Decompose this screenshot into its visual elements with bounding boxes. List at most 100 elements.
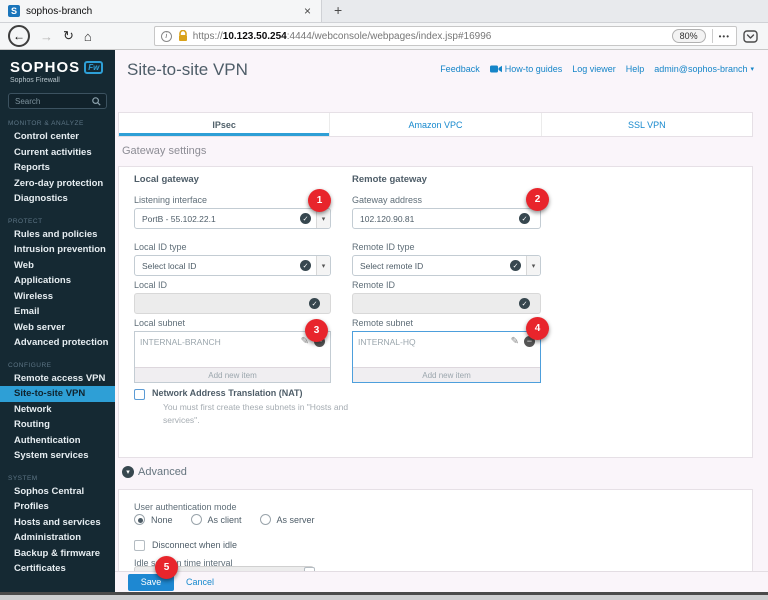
auth-mode-radios: None As client As server (134, 514, 315, 525)
sidebar-item-sophos-central[interactable]: Sophos Central (0, 484, 115, 500)
page-info-icon[interactable]: i (160, 30, 172, 42)
sidebar-item-backup-firmware[interactable]: Backup & firmware (0, 546, 115, 562)
radio-none[interactable] (134, 514, 145, 525)
dropdown-caret-icon[interactable]: ▾ (316, 256, 330, 275)
sidebar-item-control-center[interactable]: Control center (0, 129, 115, 145)
annotation-badge-3: 3 (305, 319, 328, 342)
url-path: :4444/webconsole/webpages/index.jsp#1699… (286, 30, 492, 42)
sidebar-item-system-services[interactable]: System services (0, 448, 115, 464)
search-icon (92, 96, 101, 106)
radio-none-label: None (151, 514, 173, 525)
listening-interface-select[interactable]: PortB - 55.102.22.1 ✓ ▾ (134, 208, 331, 229)
search-input[interactable] (9, 96, 92, 106)
url-text: https://10.123.50.254:4444/webconsole/we… (193, 31, 492, 42)
url-bar[interactable]: i https://10.123.50.254:4444/webconsole/… (153, 26, 737, 46)
sidebar-item-current-activities[interactable]: Current activities (0, 145, 115, 161)
feedback-link[interactable]: Feedback (440, 64, 480, 74)
remote-subnet-add-button[interactable]: Add new item (353, 367, 540, 382)
dropdown-caret-icon[interactable]: ▾ (526, 256, 540, 275)
browser-tabstrip: S sophos-branch × + (0, 0, 768, 23)
radio-as-server[interactable] (259, 514, 271, 525)
remote-id-type-select[interactable]: Select remote ID ✓ ▾ (352, 255, 541, 276)
new-tab-button[interactable]: + (322, 0, 354, 22)
sidebar-item-hosts-and-services[interactable]: Hosts and services (0, 515, 115, 531)
collapse-chevron-icon: ▾ (122, 466, 134, 478)
local-gateway-heading: Local gateway (134, 174, 199, 185)
sidebar-item-routing[interactable]: Routing (0, 417, 115, 433)
sidebar-item-rules-and-policies[interactable]: Rules and policies (0, 227, 115, 243)
window-bottom-shadow (0, 595, 768, 600)
local-subnet-item-label: INTERNAL-BRANCH (140, 336, 221, 347)
sidebar-item-certificates[interactable]: Certificates (0, 561, 115, 577)
home-icon[interactable]: ⌂ (84, 29, 92, 44)
local-subnet-item[interactable]: INTERNAL-BRANCH ✎ − (135, 332, 330, 351)
sidebar-search[interactable] (8, 93, 107, 109)
local-id-type-label: Local ID type (134, 242, 187, 252)
section-system: SYSTEM (8, 474, 38, 482)
browser-tab[interactable]: S sophos-branch × (0, 0, 322, 22)
pocket-icon[interactable] (743, 29, 758, 43)
firewall-badge: Fw (84, 61, 104, 74)
sidebar-item-email[interactable]: Email (0, 304, 115, 320)
admin-menu[interactable]: admin@sophos-branch ▾ (654, 64, 754, 74)
sidebar-item-administration[interactable]: Administration (0, 530, 115, 546)
remote-id-label: Remote ID (352, 280, 396, 290)
brand-text: SOPHOS (10, 59, 81, 76)
sidebar-item-advanced-protection[interactable]: Advanced protection (0, 335, 115, 351)
page-actions-icon[interactable]: ••• (719, 32, 730, 41)
log-viewer-link[interactable]: Log viewer (572, 64, 616, 74)
sidebar-item-intrusion-prevention[interactable]: Intrusion prevention (0, 242, 115, 258)
local-id-type-select[interactable]: Select local ID ✓ ▾ (134, 255, 331, 276)
annotation-badge-5: 5 (155, 556, 178, 579)
tab-ipsec[interactable]: IPsec (119, 113, 331, 136)
sidebar-item-profiles[interactable]: Profiles (0, 499, 115, 515)
tab-amazon-vpc-label: Amazon VPC (408, 119, 463, 130)
active-tab-indicator (119, 133, 330, 136)
annotation-badge-1: 1 (308, 189, 331, 212)
nat-checkbox[interactable] (134, 389, 145, 400)
url-host: 10.123.50.254 (222, 30, 287, 42)
lock-icon[interactable] (178, 30, 188, 42)
zoom-level-button[interactable]: 80% (671, 29, 706, 43)
sidebar-item-site-to-site-vpn[interactable]: Site-to-site VPN (0, 386, 115, 402)
disconnect-idle-checkbox[interactable] (134, 540, 145, 551)
sidebar-item-web-server[interactable]: Web server (0, 320, 115, 336)
advanced-toggle[interactable]: ▾ Advanced (122, 466, 187, 478)
valid-check-icon: ✓ (300, 260, 311, 271)
local-subnet-label: Local subnet (134, 318, 186, 328)
forward-icon[interactable]: → (40, 29, 53, 44)
sidebar-item-web[interactable]: Web (0, 258, 115, 274)
sidebar-item-applications[interactable]: Applications (0, 273, 115, 289)
sidebar-item-diagnostics[interactable]: Diagnostics (0, 191, 115, 207)
howto-guides-link[interactable]: How-to guides (489, 64, 562, 74)
sophos-favicon-icon: S (8, 5, 20, 17)
local-subnet-add-button[interactable]: Add new item (135, 367, 330, 382)
advanced-heading: Advanced (138, 466, 187, 478)
listening-interface-label: Listening interface (134, 195, 208, 205)
tab-ssl-vpn[interactable]: SSL VPN (542, 113, 752, 136)
video-icon (489, 65, 502, 73)
sidebar-item-reports[interactable]: Reports (0, 160, 115, 176)
sidebar-item-wireless[interactable]: Wireless (0, 289, 115, 305)
radio-as-client[interactable] (190, 514, 202, 525)
valid-check-icon: ✓ (510, 260, 521, 271)
help-link[interactable]: Help (626, 64, 645, 74)
tab-ssl-vpn-label: SSL VPN (627, 119, 666, 130)
remote-id-input: ✓ (352, 293, 541, 314)
edit-icon[interactable]: ✎ (511, 336, 519, 347)
admin-label: admin@sophos-branch (654, 64, 748, 74)
tab-ipsec-label: IPsec (212, 119, 236, 130)
sidebar-item-remote-access-vpn[interactable]: Remote access VPN (0, 371, 115, 387)
sidebar-item-zero-day-protection[interactable]: Zero-day protection (0, 176, 115, 192)
back-icon[interactable]: ← (8, 25, 30, 47)
gateway-address-input[interactable]: 102.120.90.81 ✓ (352, 208, 541, 229)
sidebar-item-authentication[interactable]: Authentication (0, 433, 115, 449)
remote-subnet-item[interactable]: INTERNAL-HQ ✎ − (353, 332, 540, 351)
remote-subnet-box[interactable]: INTERNAL-HQ ✎ − Add new item (352, 331, 541, 383)
cancel-button[interactable]: Cancel (186, 577, 214, 587)
tab-close-icon[interactable]: × (302, 4, 313, 18)
tab-amazon-vpc[interactable]: Amazon VPC (330, 113, 542, 136)
sidebar-item-network[interactable]: Network (0, 402, 115, 418)
reload-icon[interactable]: ↻ (63, 28, 74, 44)
local-subnet-box[interactable]: INTERNAL-BRANCH ✎ − Add new item (134, 331, 331, 383)
